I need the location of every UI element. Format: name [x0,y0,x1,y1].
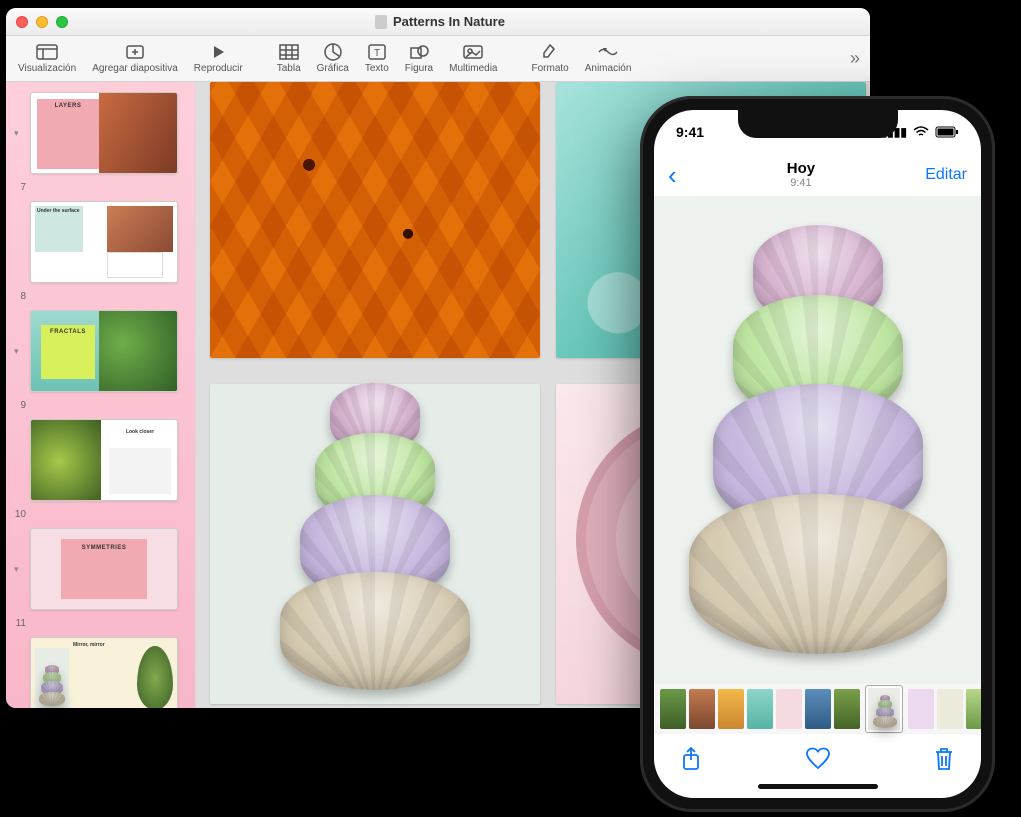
status-time: 9:41 [676,124,704,140]
slide-thumb-10[interactable]: Look closer [14,419,187,501]
titlebar: Patterns In Nature [6,8,870,36]
scrubber-thumb[interactable] [718,689,744,729]
slide-thumb-9[interactable]: ▾ FRACTALS [14,310,187,392]
shape-icon [408,43,430,61]
scrubber-thumb[interactable] [689,689,715,729]
animate-icon [597,43,619,61]
toolbar-view[interactable]: Visualización [10,37,84,81]
plus-icon [124,43,146,61]
scrubber-thumb[interactable] [660,689,686,729]
canvas-image-honeycomb[interactable] [210,82,540,358]
tab-bar [654,734,981,784]
scrubber-thumb[interactable] [908,689,934,729]
toolbar: Visualización Agregar diapositiva Reprod… [6,36,870,82]
toolbar-add-slide[interactable]: Agregar diapositiva [84,37,186,81]
scrubber-thumb[interactable] [747,689,773,729]
toolbar-animate[interactable]: Animación [577,37,640,81]
slide-thumb-11[interactable]: ▾ SYMMETRIES [14,528,187,610]
battery-icon [935,126,959,138]
slide-thumb-8[interactable]: Under the surface [14,201,187,283]
disclosure-icon[interactable]: ▾ [14,128,26,139]
nav-subtitle: 9:41 [677,177,926,189]
toolbar-format[interactable]: Formato [523,37,576,81]
format-icon [539,43,561,61]
document-title: Patterns In Nature [393,14,505,29]
iphone-screen: 9:41 ▮▮▮▮ ‹ Hoy 9:41 Editar [654,110,981,798]
scrubber-thumb[interactable] [834,689,860,729]
scrubber-thumb[interactable] [937,689,963,729]
slide-thumb-12[interactable]: Mirror, mirror [14,637,187,708]
minimize-button[interactable] [36,16,48,28]
play-icon [207,43,229,61]
notch [738,110,898,138]
canvas-image-urchins[interactable] [210,384,540,704]
photo-scrubber[interactable] [654,684,981,734]
text-icon: T [366,43,388,61]
window-title: Patterns In Nature [68,14,812,29]
chart-icon [322,43,344,61]
table-icon [278,43,300,61]
view-icon [36,43,58,61]
slide-navigator[interactable]: ▾ LAYERS 7 Under the surface 8 [6,82,196,708]
home-indicator[interactable] [654,784,981,798]
disclosure-icon[interactable]: ▾ [14,564,26,575]
scrubber-thumb-selected[interactable] [866,686,902,732]
toolbar-overflow[interactable]: » [844,48,866,69]
back-button[interactable]: ‹ [668,160,677,191]
nav-title: Hoy [677,161,926,178]
share-icon[interactable] [680,746,702,772]
toolbar-table[interactable]: Tabla [269,37,309,81]
toolbar-play[interactable]: Reproducir [186,37,251,81]
toolbar-chart[interactable]: Gráfica [309,37,357,81]
media-icon [462,43,484,61]
toolbar-shape[interactable]: Figura [397,37,441,81]
edit-button[interactable]: Editar [925,166,967,184]
toolbar-text[interactable]: T Texto [357,37,397,81]
wifi-icon [913,126,929,138]
photo-viewer[interactable] [654,196,981,684]
scrubber-thumb[interactable] [776,689,802,729]
scrubber-thumb[interactable] [966,689,981,729]
traffic-lights [16,16,68,28]
scrubber-thumb[interactable] [805,689,831,729]
slide-thumb-7[interactable]: ▾ LAYERS [14,92,187,174]
trash-icon[interactable] [933,746,955,772]
disclosure-icon[interactable]: ▾ [14,346,26,357]
iphone-device: 9:41 ▮▮▮▮ ‹ Hoy 9:41 Editar [640,96,995,812]
nav-bar: ‹ Hoy 9:41 Editar [654,154,981,196]
document-icon [375,15,387,29]
toolbar-media[interactable]: Multimedia [441,37,505,81]
close-button[interactable] [16,16,28,28]
heart-icon[interactable] [805,747,831,771]
zoom-button[interactable] [56,16,68,28]
svg-text:T: T [374,48,380,59]
